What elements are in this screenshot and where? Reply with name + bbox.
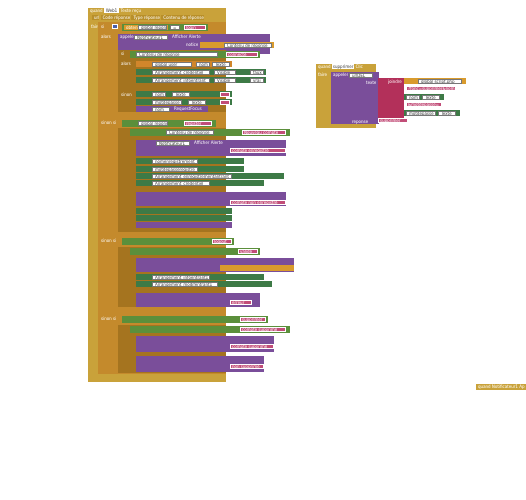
set-nomenregistrement-2[interactable] xyxy=(136,208,232,214)
then-label-2: alors xyxy=(121,61,131,66)
join-block[interactable] xyxy=(378,78,404,118)
string-empty-2[interactable] xyxy=(220,100,230,105)
nom-field[interactable]: nom xyxy=(196,62,210,67)
method-label-2: Afficher Alerte xyxy=(194,140,223,145)
string-valide[interactable]: validé xyxy=(238,249,258,254)
contenu-dropdown[interactable]: Contenu de réponse xyxy=(224,43,272,48)
texte-prop-2[interactable]: Texte xyxy=(172,92,190,97)
then-label: alors xyxy=(101,34,111,39)
arr-credentiel[interactable]: Arrangement_credentiel xyxy=(152,70,210,75)
do-label-2: faire xyxy=(318,72,327,77)
if-label-2: si xyxy=(121,51,125,56)
when-label: quand xyxy=(90,8,103,13)
string-connecte[interactable]: connecté xyxy=(226,52,258,57)
web-dropdown[interactable]: urlDEL xyxy=(349,73,373,78)
visible-prop-2[interactable]: Visible xyxy=(214,78,236,83)
string-erreur[interactable]: erreur xyxy=(230,300,252,305)
event-header-2: quand supprimer Clic xyxy=(318,64,363,69)
texte-prop[interactable]: Texte xyxy=(212,62,230,67)
string-delete-user[interactable]: ?fonc=supprimer&nom= xyxy=(406,86,456,91)
string-compte-enregistre[interactable]: compte enregistré xyxy=(230,148,286,153)
event-notificateur-collapsed[interactable]: quand Notificateur1 Ap xyxy=(476,384,526,390)
var-dropdown-2[interactable]: global reponse xyxy=(138,121,168,126)
eq-dropdown[interactable]: = xyxy=(170,25,180,30)
call-requestfocus-2[interactable] xyxy=(136,222,232,228)
motdepasse-field-2[interactable]: motdepasse xyxy=(406,111,436,116)
nom-field-2[interactable]: nom xyxy=(152,92,166,97)
string-nouveau-compte[interactable]: Nouveau compte xyxy=(242,130,286,135)
var-dropdown[interactable]: global reponse xyxy=(138,25,167,30)
get-contenu-reponse-2[interactable] xyxy=(220,265,294,271)
texte-prop-3[interactable]: Texte xyxy=(188,100,206,105)
component-dropdown[interactable]: Web1 xyxy=(103,8,120,13)
joindre-label: joindre xyxy=(388,79,402,84)
set-motdepasseregistre-2[interactable] xyxy=(136,215,232,221)
method-label: Afficher Alerte xyxy=(172,34,201,39)
texte-prop-5[interactable]: Texte xyxy=(438,111,456,116)
arr-enregistrement[interactable]: Arrangement_enregistrementantrant xyxy=(152,174,232,179)
component-dropdown-2[interactable]: supprimer xyxy=(331,64,355,69)
string-empty[interactable] xyxy=(220,92,230,97)
notice-label: notice xyxy=(186,42,199,47)
reponse-label: reponse xyxy=(352,119,369,124)
elseif-label-1: sinon si xyxy=(101,120,117,125)
contenu-dropdown-2[interactable]: Contenu de réponse xyxy=(136,52,218,57)
string-logout[interactable]: logout xyxy=(212,239,232,244)
gear-icon[interactable] xyxy=(112,24,118,29)
string-compte-non-enregistre[interactable]: compte non enregistré xyxy=(230,200,286,205)
global-script-dropdown[interactable]: global script.php xyxy=(418,79,462,84)
text-param-label: texte xyxy=(366,80,377,85)
var-user[interactable]: global user xyxy=(152,62,192,67)
elseif-label-3: sinon si xyxy=(101,316,117,321)
string-register[interactable]: register xyxy=(184,121,212,126)
event-name-label: Texte reçu xyxy=(120,8,142,13)
texte-prop-4[interactable]: Texte xyxy=(422,95,440,100)
bool-vrai[interactable]: vrai xyxy=(250,78,264,83)
if-label: si xyxy=(101,24,105,29)
nomenregistrement-field[interactable]: nomenregistrement xyxy=(152,159,198,164)
arr-modifentrant1[interactable]: Arrangement_modifentrant1 xyxy=(152,282,218,287)
visible-prop[interactable]: Visible xyxy=(214,70,236,75)
event-header: quand Web1 Texte reçu xyxy=(88,8,228,14)
bool-faux[interactable]: faux xyxy=(250,70,264,75)
param-url[interactable]: url xyxy=(92,15,100,20)
nom-field-4[interactable]: nom xyxy=(406,95,420,100)
call-label-2: appeler xyxy=(333,72,349,77)
notifier-dropdown-2[interactable]: Notificateur1 xyxy=(156,141,190,146)
elseif-label-2: sinon si xyxy=(101,238,117,243)
string-compte-supprime[interactable]: compte supprimé xyxy=(240,327,286,332)
contenu-dropdown-3[interactable]: Contenu de réponse xyxy=(166,130,214,135)
nom-field-3[interactable]: nom xyxy=(152,107,170,112)
notifier-dropdown[interactable]: Notificateur1 xyxy=(134,35,168,40)
call-label: appeler xyxy=(120,34,136,39)
string-supprimer-2[interactable]: supprimer xyxy=(378,118,408,123)
arr-infoentrant1[interactable]: Arrangement_infoentrant1 xyxy=(152,275,210,280)
motdepasseregistre-field[interactable]: motdepasseregistre xyxy=(152,167,198,172)
arr-infoentrant[interactable]: Arrangement_infoentrant xyxy=(152,78,210,83)
param-type[interactable]: Type réponse xyxy=(131,15,161,20)
param-code[interactable]: Code réponse xyxy=(100,15,131,20)
motdepasse-field[interactable]: motdepasse xyxy=(152,100,182,105)
arr-credentiel-2[interactable]: Arrangement_credentiel xyxy=(152,181,210,186)
string-mdp[interactable]: &motdepasse= xyxy=(406,102,442,107)
requestfocus-label: RequestFocus xyxy=(174,106,202,111)
string-login[interactable]: login xyxy=(184,25,206,30)
set-motdepasse[interactable] xyxy=(136,99,232,105)
else-label: sinon xyxy=(121,92,132,97)
string-supprimer[interactable]: supprimer xyxy=(240,317,266,322)
string-non-supprime[interactable]: non supprimé xyxy=(230,364,264,369)
string-compte-supprime-2[interactable]: compte supprimé xyxy=(230,344,274,349)
params-row: url Code réponse Type réponse Contenu de… xyxy=(92,15,204,21)
param-contenu[interactable]: Contenu de réponse xyxy=(161,15,204,20)
